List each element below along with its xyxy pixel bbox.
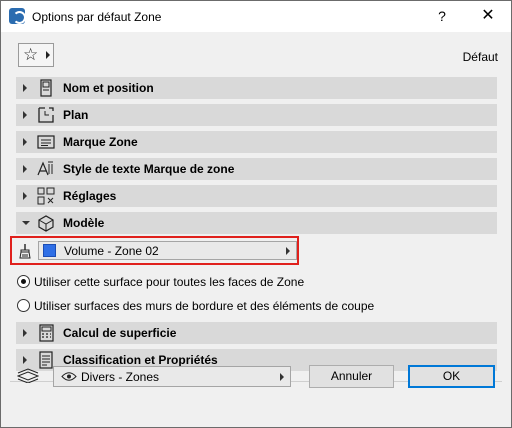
surface-select[interactable]: Volume - Zone 02: [38, 241, 297, 260]
panel-label: Réglages: [63, 189, 117, 203]
layer-label: Divers - Zones: [81, 370, 160, 384]
layers-icon: [17, 368, 39, 383]
panel-style-texte[interactable]: Style de texte Marque de zone: [16, 158, 497, 180]
radio-label: Utiliser surfaces des murs de bordure et…: [34, 299, 375, 313]
surface-label: Volume - Zone 02: [64, 244, 159, 258]
panel-label: Nom et position: [63, 81, 154, 95]
arrow-right-icon: [280, 373, 284, 381]
surface-row-highlight: Volume - Zone 02: [10, 236, 299, 265]
expand-arrow-icon: [23, 84, 27, 92]
radio-button[interactable]: [17, 299, 30, 312]
panel-marque-zone[interactable]: Marque Zone: [16, 131, 497, 153]
favorites-button[interactable]: ☆: [18, 43, 54, 67]
expand-arrow-icon: [23, 329, 27, 337]
dialog-window: Options par défaut Zone ? ✕ ☆ Défaut Nom…: [0, 0, 512, 428]
surface-color-swatch: [43, 244, 56, 257]
expand-arrow-icon: [23, 138, 27, 146]
preset-name: Défaut: [462, 50, 498, 64]
close-button[interactable]: ✕: [475, 5, 501, 27]
settings-grid-icon: [37, 187, 55, 205]
window-title: Options par défaut Zone: [32, 10, 162, 24]
cancel-button[interactable]: Annuler: [309, 365, 394, 388]
panel-label: Plan: [63, 108, 89, 122]
panel-label: Classification et Propriétés: [63, 353, 218, 367]
panel-label: Calcul de superficie: [63, 326, 177, 340]
archicad-app-icon: [9, 8, 26, 24]
tag-icon: [40, 79, 52, 97]
calculator-icon: [39, 324, 54, 342]
layer-select[interactable]: Divers - Zones: [53, 366, 291, 387]
panel-reglages[interactable]: Réglages: [16, 185, 497, 207]
panel-label: Marque Zone: [63, 135, 138, 149]
text-style-icon: [37, 161, 53, 176]
panel-label: Modèle: [63, 216, 105, 230]
expand-arrow-icon: [23, 111, 27, 119]
zone-stamp-icon: [37, 135, 55, 149]
help-button[interactable]: ?: [429, 5, 455, 27]
expand-arrow-icon: [23, 192, 27, 200]
plan-icon: [38, 107, 54, 123]
cube-icon: [38, 215, 54, 232]
panel-plan[interactable]: Plan: [16, 104, 497, 126]
ok-button[interactable]: OK: [408, 365, 495, 388]
paint-brush-icon: [19, 244, 31, 259]
title-bar: Options par défaut Zone ? ✕: [1, 1, 511, 32]
panel-calcul-superficie[interactable]: Calcul de superficie: [16, 322, 497, 344]
radio-button-selected[interactable]: [17, 275, 30, 288]
panel-modele[interactable]: Modèle: [16, 212, 497, 234]
expand-arrow-icon: [23, 356, 27, 364]
eye-icon: [61, 372, 77, 381]
expand-arrow-icon: [23, 165, 27, 173]
radio-label: Utiliser cette surface pour toutes les f…: [34, 275, 305, 289]
star-icon: ☆: [23, 45, 39, 64]
panel-label: Style de texte Marque de zone: [63, 162, 235, 176]
arrow-right-icon: [286, 247, 290, 255]
panel-nom-et-position[interactable]: Nom et position: [16, 77, 497, 99]
collapse-arrow-icon: [22, 221, 30, 225]
arrow-right-icon: [46, 51, 50, 59]
